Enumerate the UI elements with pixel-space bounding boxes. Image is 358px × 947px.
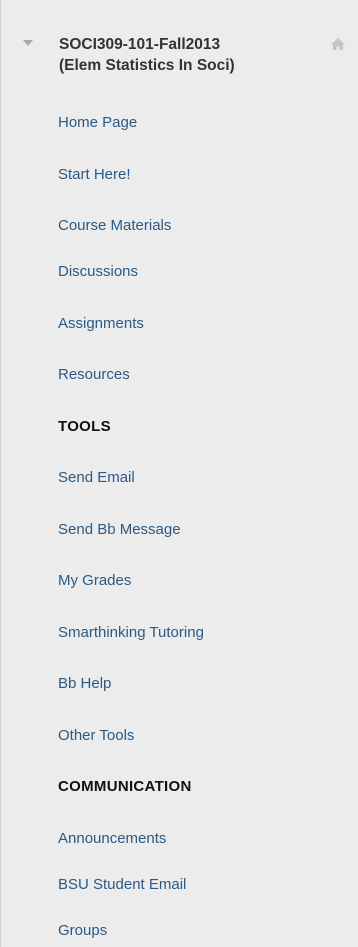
menu-item-bsu-student-email[interactable]: BSU Student Email (58, 876, 186, 894)
menu-item-home-page[interactable]: Home Page (58, 114, 137, 132)
course-header: SOCI309-101-Fall2013 (Elem Statistics In… (1, 34, 358, 98)
course-title-link[interactable]: SOCI309-101-Fall2013 (Elem Statistics In… (59, 34, 235, 76)
menu-item-send-bb-message[interactable]: Send Bb Message (58, 521, 181, 539)
menu-item-my-grades[interactable]: My Grades (58, 572, 131, 590)
course-title-name: (Elem Statistics In Soci) (59, 57, 235, 74)
menu-item-groups[interactable]: Groups (58, 922, 107, 940)
section-heading-tools: TOOLS (58, 418, 111, 435)
menu-item-assignments[interactable]: Assignments (58, 315, 144, 333)
menu-item-discussions[interactable]: Discussions (58, 263, 138, 281)
course-title-code: SOCI309-101-Fall2013 (59, 36, 221, 53)
menu-item-smarthinking-tutoring[interactable]: Smarthinking Tutoring (58, 624, 204, 642)
menu-item-resources[interactable]: Resources (58, 366, 130, 384)
section-heading-communication: COMMUNICATION (58, 778, 192, 795)
menu-item-other-tools[interactable]: Other Tools (58, 727, 134, 745)
collapse-triangle-icon[interactable] (23, 40, 33, 46)
menu-item-start-here[interactable]: Start Here! (58, 166, 131, 184)
home-icon[interactable] (330, 36, 346, 52)
menu-item-course-materials[interactable]: Course Materials (58, 217, 171, 235)
course-menu-panel: SOCI309-101-Fall2013 (Elem Statistics In… (0, 0, 358, 947)
menu-item-announcements[interactable]: Announcements (58, 830, 166, 848)
menu-item-bb-help[interactable]: Bb Help (58, 675, 111, 693)
menu-item-send-email[interactable]: Send Email (58, 469, 135, 487)
